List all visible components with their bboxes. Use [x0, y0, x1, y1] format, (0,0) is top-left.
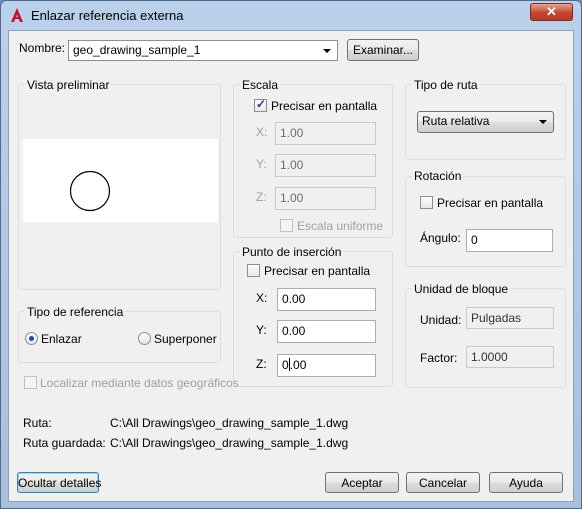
name-label: Nombre: [19, 41, 66, 55]
geographic-checkbox[interactable] [24, 376, 37, 389]
block-unit-group [405, 288, 566, 388]
scale-label: Escala [240, 78, 281, 92]
uniform-scale-label: Escala uniforme [297, 219, 384, 233]
preview-canvas [23, 139, 218, 222]
chevron-down-icon [323, 49, 331, 53]
rotation-label: Rotación [412, 169, 464, 183]
name-dropdown-value: geo_drawing_sample_1 [73, 43, 201, 57]
insertion-z-value-end: .00 [289, 358, 307, 372]
factor-value: 1.0000 [466, 346, 554, 368]
scale-onscreen-checkbox[interactable]: ✓ [254, 97, 267, 112]
overlay-radio[interactable] [138, 332, 151, 345]
angle-label: Ángulo: [420, 231, 461, 245]
radio-selected-dot [29, 336, 34, 341]
attach-radio[interactable] [25, 332, 38, 345]
dialog-body: Nombre: geo_drawing_sample_1 Examinar...… [8, 30, 574, 502]
preview-label: Vista preliminar [25, 78, 112, 92]
scale-z-label: Z: [256, 190, 267, 204]
insertion-label: Punto de inserción [240, 245, 344, 259]
insertion-x-label: X: [256, 291, 268, 305]
scale-z-field[interactable]: 1.00 [275, 187, 376, 210]
path-label: Ruta: [23, 416, 52, 430]
uniform-scale-checkbox[interactable] [280, 219, 293, 232]
path-type-label: Tipo de ruta [412, 78, 480, 92]
insertion-x-field[interactable]: 0.00 [277, 288, 376, 311]
insertion-y-field[interactable]: 0.00 [277, 320, 376, 343]
insertion-z-label: Z: [256, 357, 267, 371]
unit-value: Pulgadas [466, 307, 554, 329]
insertion-onscreen-label: Precisar en pantalla [264, 264, 371, 278]
factor-label: Factor: [420, 351, 458, 365]
title-bar[interactable]: Enlazar referencia externa ✕ [1, 1, 581, 29]
scale-y-field[interactable]: 1.00 [275, 154, 376, 177]
overlay-label: Superponer [154, 332, 217, 346]
path-value: C:\All Drawings\geo_drawing_sample_1.dwg [110, 416, 349, 430]
unit-label: Unidad: [420, 313, 462, 327]
insertion-onscreen-checkbox[interactable] [247, 264, 260, 277]
chevron-down-icon [539, 120, 547, 124]
insertion-y-label: Y: [256, 323, 267, 337]
browse-button[interactable]: Examinar... [347, 39, 419, 61]
attach-label: Enlazar [41, 332, 82, 346]
path-type-value: Ruta relativa [422, 114, 490, 128]
dialog-window: Enlazar referencia externa ✕ Nombre: geo… [0, 0, 582, 509]
reference-type-label: Tipo de referencia [25, 305, 126, 319]
scale-y-label: Y: [256, 157, 267, 171]
rotation-onscreen-label: Precisar en pantalla [437, 196, 544, 210]
scale-x-label: X: [256, 125, 268, 139]
name-dropdown[interactable]: geo_drawing_sample_1 [68, 40, 338, 61]
hide-details-button[interactable]: Ocultar detalles [17, 472, 101, 493]
path-type-dropdown[interactable]: Ruta relativa [417, 111, 554, 133]
cancel-button[interactable]: Cancelar [406, 472, 480, 493]
insertion-z-value-start: 0 [282, 358, 289, 372]
rotation-onscreen-checkbox[interactable] [420, 196, 433, 209]
insertion-z-field[interactable]: 0.00 [277, 354, 376, 377]
scale-x-field[interactable]: 1.00 [275, 122, 376, 145]
angle-field[interactable]: 0 [466, 229, 553, 252]
window-title: Enlazar referencia externa [31, 8, 184, 23]
checkmark-icon: ✓ [256, 97, 267, 111]
block-unit-label: Unidad de bloque [412, 282, 511, 296]
saved-path-label: Ruta guardada: [23, 436, 106, 450]
autocad-logo-icon [11, 8, 23, 22]
geographic-label: Localizar mediante datos geográficos [40, 376, 239, 390]
help-button[interactable]: Ayuda [489, 472, 563, 493]
close-button[interactable]: ✕ [530, 3, 573, 21]
ok-button[interactable]: Aceptar [325, 472, 399, 493]
saved-path-value: C:\All Drawings\geo_drawing_sample_1.dwg [110, 436, 349, 450]
close-icon: ✕ [546, 4, 557, 19]
drawing-preview-image [69, 170, 111, 212]
scale-onscreen-label: Precisar en pantalla [271, 99, 378, 113]
rotation-group [405, 176, 566, 267]
